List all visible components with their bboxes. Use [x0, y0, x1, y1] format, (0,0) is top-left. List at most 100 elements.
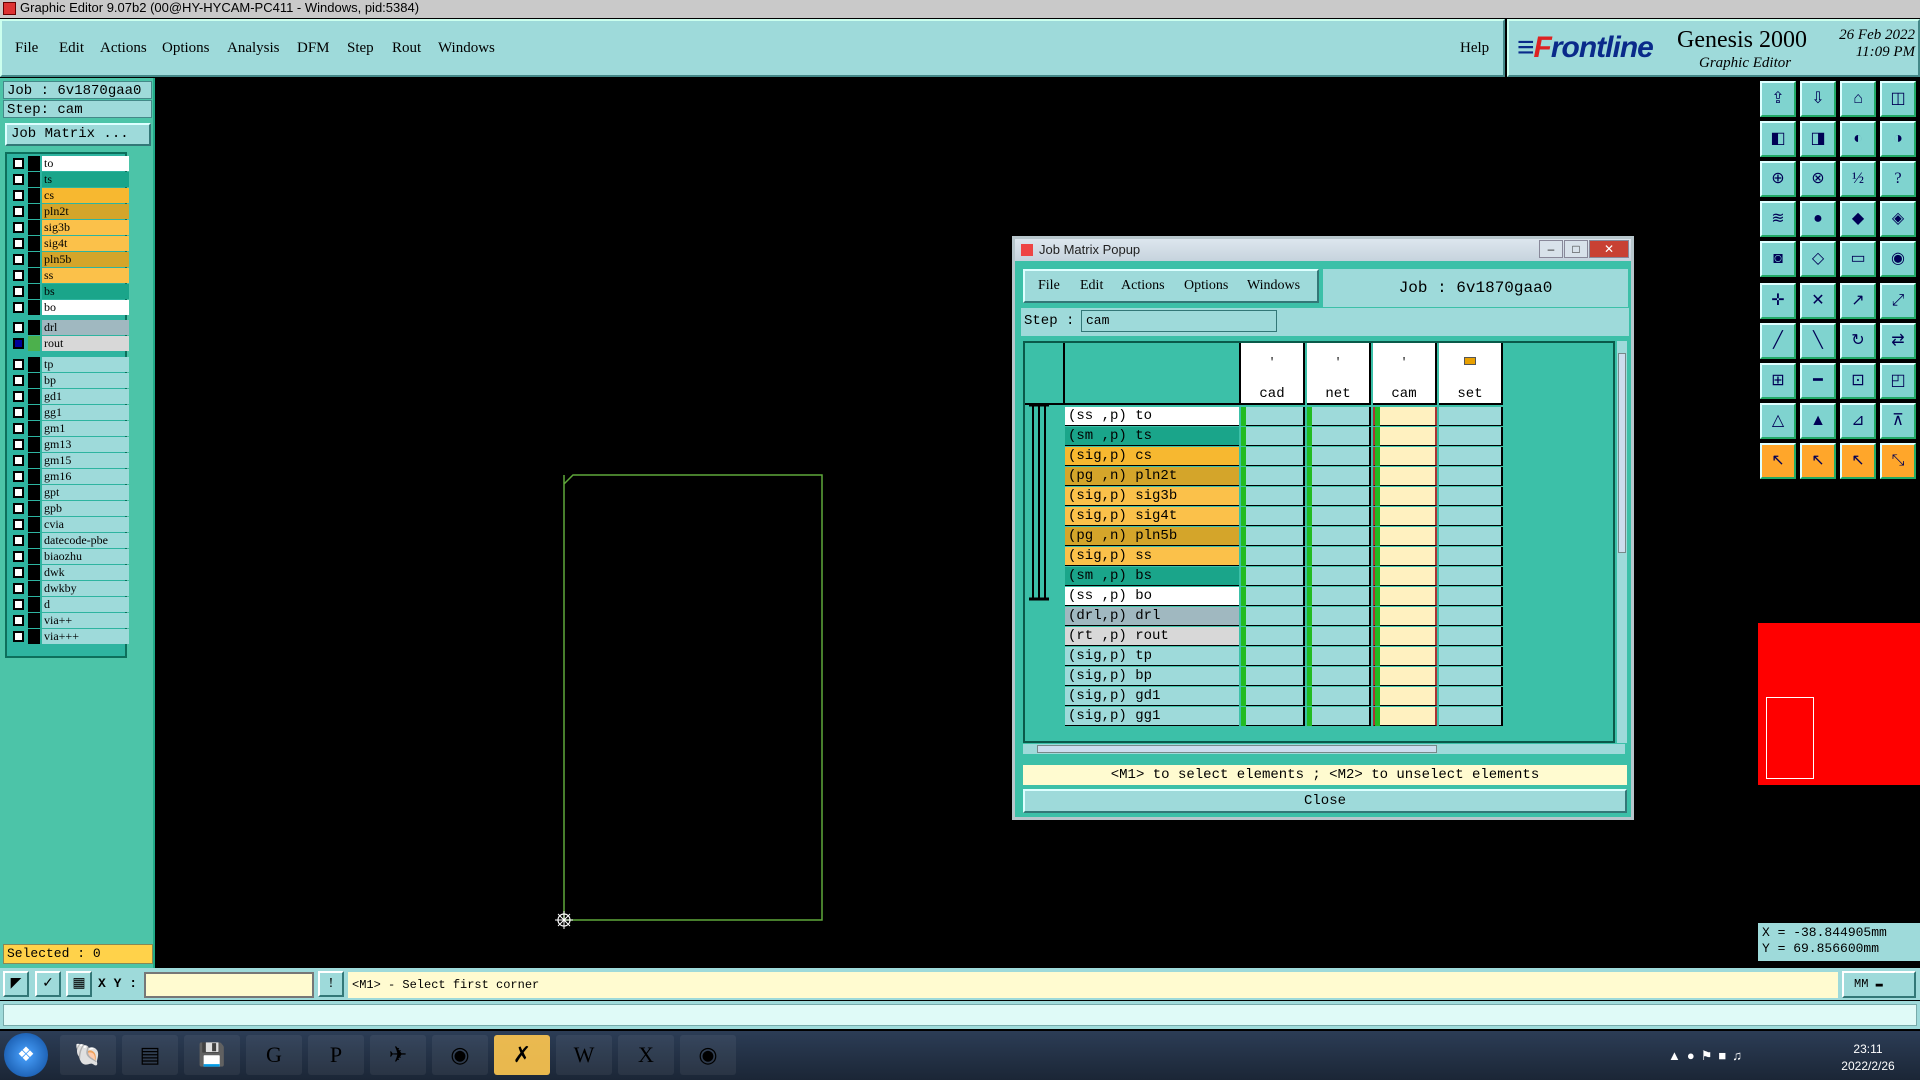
- units-toggle[interactable]: MM ▬: [1842, 971, 1916, 998]
- matrix-cell[interactable]: [1373, 607, 1437, 626]
- layer-row[interactable]: gm1: [9, 421, 129, 436]
- menu-step[interactable]: Step: [347, 40, 374, 57]
- matrix-row-layer[interactable]: (pg ,n) pln5b: [1065, 527, 1239, 546]
- layer-checkbox[interactable]: [13, 338, 24, 349]
- matrix-row-layer[interactable]: (sig,p) bp: [1065, 667, 1239, 686]
- menu-windows[interactable]: Windows: [438, 40, 495, 57]
- matrix-cell[interactable]: [1241, 667, 1305, 686]
- camera-icon[interactable]: ◙: [1760, 241, 1796, 277]
- select-a-icon[interactable]: ↖: [1760, 443, 1796, 479]
- layer-checkbox[interactable]: [13, 407, 24, 418]
- shape-icon[interactable]: ◆: [1840, 201, 1876, 237]
- matrix-cell[interactable]: [1241, 627, 1305, 646]
- layer-row[interactable]: dwk: [9, 565, 129, 580]
- layer-affected-toggle[interactable]: [28, 268, 40, 283]
- matrix-row-layer[interactable]: (sig,p) gd1: [1065, 687, 1239, 706]
- popup-close-button[interactable]: Close: [1023, 789, 1627, 813]
- matrix-cell[interactable]: [1241, 527, 1305, 546]
- matrix-cell[interactable]: [1373, 567, 1437, 586]
- rotate-icon[interactable]: ↗: [1840, 283, 1876, 319]
- layer-row[interactable]: ss: [9, 268, 129, 283]
- matrix-cell[interactable]: [1439, 427, 1503, 446]
- zoom-icon[interactable]: ⊗: [1800, 161, 1836, 197]
- export-icon[interactable]: ⇩: [1800, 81, 1836, 117]
- layer-row[interactable]: rout: [9, 336, 129, 351]
- matrix-cell[interactable]: [1373, 407, 1437, 426]
- taskbar-word-icon[interactable]: W: [556, 1035, 612, 1075]
- taskbar-save-icon[interactable]: 💾: [184, 1035, 240, 1075]
- matrix-row-layer[interactable]: (ss ,p) to: [1065, 407, 1239, 426]
- layer-checkbox[interactable]: [13, 322, 24, 333]
- layer-row[interactable]: cvia: [9, 517, 129, 532]
- layer-checkbox[interactable]: [13, 519, 24, 530]
- matrix-cell[interactable]: [1373, 507, 1437, 526]
- layer-affected-toggle[interactable]: [28, 236, 40, 251]
- matrix-row-layer[interactable]: (sig,p) tp: [1065, 647, 1239, 666]
- matrix-cell[interactable]: [1439, 467, 1503, 486]
- layer-affected-toggle[interactable]: [28, 389, 40, 404]
- tri-c-icon[interactable]: ⊿: [1840, 403, 1876, 439]
- layer-checkbox[interactable]: [13, 391, 24, 402]
- menu-rout[interactable]: Rout: [392, 40, 421, 57]
- layer-affected-toggle[interactable]: [28, 581, 40, 596]
- layer-affected-toggle[interactable]: [28, 549, 40, 564]
- zoom-icon[interactable]: ◤: [3, 971, 29, 997]
- half-b-icon[interactable]: ◑: [1880, 121, 1916, 157]
- layer-affected-toggle[interactable]: [28, 629, 40, 644]
- matrix-row-layer[interactable]: (sm ,p) ts: [1065, 427, 1239, 446]
- layer-checkbox[interactable]: [13, 375, 24, 386]
- matrix-row-layer[interactable]: (sig,p) cs: [1065, 447, 1239, 466]
- matrix-cell[interactable]: [1307, 447, 1371, 466]
- layer-row[interactable]: sig3b: [9, 220, 129, 235]
- layer-affected-toggle[interactable]: [28, 284, 40, 299]
- step-column-set[interactable]: set: [1439, 343, 1503, 405]
- xy-input[interactable]: [144, 972, 314, 998]
- horizontal-scrollbar[interactable]: [1023, 744, 1625, 754]
- menu-edit[interactable]: Edit: [59, 40, 84, 57]
- layer-checkbox[interactable]: [13, 270, 24, 281]
- layer-row[interactable]: bs: [9, 284, 129, 299]
- matrix-cell[interactable]: [1439, 507, 1503, 526]
- layer-row[interactable]: gm16: [9, 469, 129, 484]
- left-icon[interactable]: ◧: [1760, 121, 1796, 157]
- scale-icon[interactable]: ½: [1840, 161, 1876, 197]
- matrix-cell[interactable]: [1241, 507, 1305, 526]
- layer-row[interactable]: dwkby: [9, 581, 129, 596]
- matrix-cell[interactable]: [1439, 647, 1503, 666]
- matrix-cell[interactable]: [1241, 427, 1305, 446]
- layer-affected-toggle[interactable]: [28, 320, 40, 335]
- layer-checkbox[interactable]: [13, 206, 24, 217]
- layer-checkbox[interactable]: [13, 222, 24, 233]
- system-tray[interactable]: ▲●⚑■♫: [1668, 1048, 1748, 1064]
- job-matrix-button[interactable]: Job Matrix ...: [5, 123, 151, 146]
- snap-icon[interactable]: ◈: [1880, 201, 1916, 237]
- taskbar-x-icon[interactable]: ✗: [494, 1035, 550, 1075]
- vertical-scrollbar[interactable]: [1617, 341, 1627, 743]
- layer-checkbox[interactable]: [13, 503, 24, 514]
- layer-row[interactable]: gm13: [9, 437, 129, 452]
- layer-affected-toggle[interactable]: [28, 501, 40, 516]
- layer-checkbox[interactable]: [13, 238, 24, 249]
- layer-row[interactable]: pln5b: [9, 252, 129, 267]
- import-icon[interactable]: ⇪: [1760, 81, 1796, 117]
- layer-row[interactable]: via+++: [9, 629, 129, 644]
- layer-checkbox[interactable]: [13, 535, 24, 546]
- stretch-icon[interactable]: ⤢: [1880, 283, 1916, 319]
- matrix-row-layer[interactable]: (sm ,p) bs: [1065, 567, 1239, 586]
- half-a-icon[interactable]: ◐: [1840, 121, 1876, 157]
- layers-icon[interactable]: ≋: [1760, 201, 1796, 237]
- layer-checkbox[interactable]: [13, 471, 24, 482]
- popup-titlebar[interactable]: Job Matrix Popup – □ ✕: [1015, 239, 1631, 261]
- matrix-cell[interactable]: [1373, 627, 1437, 646]
- matrix-row-layer[interactable]: (ss ,p) bo: [1065, 587, 1239, 606]
- matrix-row-layer[interactable]: (drl,p) drl: [1065, 607, 1239, 626]
- matrix-cell[interactable]: [1241, 707, 1305, 726]
- matrix-cell[interactable]: [1373, 447, 1437, 466]
- step-column-net[interactable]: ′ net: [1307, 343, 1371, 405]
- matrix-row-layer[interactable]: (pg ,n) pln2t: [1065, 467, 1239, 486]
- matrix-cell[interactable]: [1439, 487, 1503, 506]
- layer-affected-toggle[interactable]: [28, 188, 40, 203]
- matrix-cell[interactable]: [1307, 467, 1371, 486]
- matrix-cell[interactable]: [1439, 667, 1503, 686]
- taskbar-browser-icon[interactable]: ✈: [370, 1035, 426, 1075]
